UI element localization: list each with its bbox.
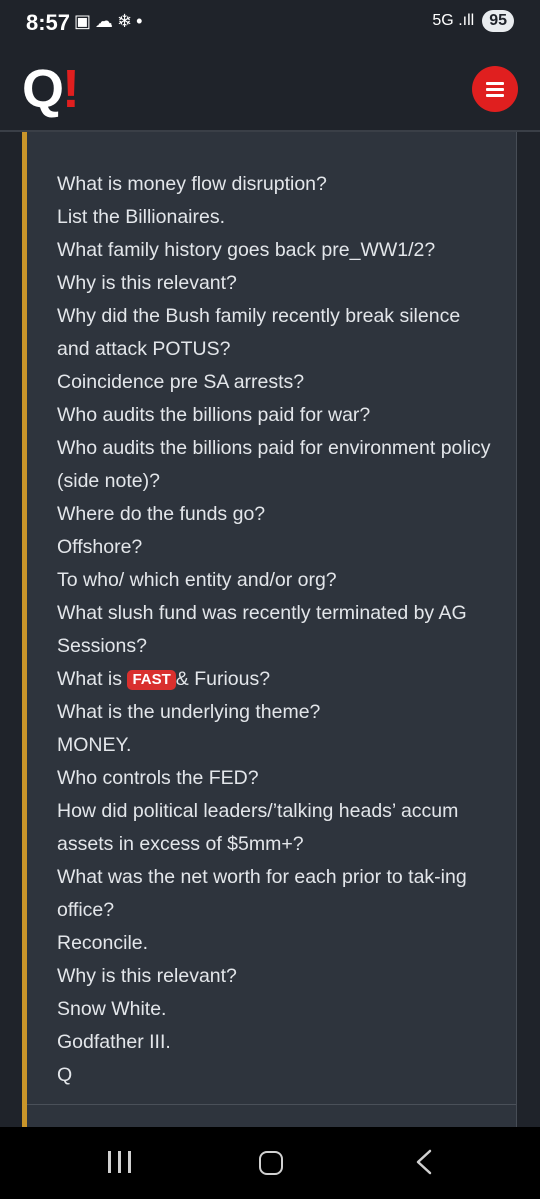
post-signature: Q [57, 1064, 73, 1086]
post-line-prefix: What is [57, 668, 123, 690]
post-line: What is money flow disruption? [57, 173, 327, 195]
home-icon[interactable] [259, 1151, 283, 1175]
back-icon[interactable] [414, 1149, 434, 1175]
notification-icons: ▣☁❄• [74, 11, 147, 31]
recent-apps-icon[interactable] [108, 1151, 132, 1173]
post-line: Why is this relevant? [57, 272, 237, 294]
post-line: What is the underlying theme? [57, 701, 321, 723]
site-logo[interactable]: Q ! [22, 62, 80, 116]
post-line-fast: What is FAST & Furious? [57, 663, 497, 696]
post-line-suffix: & Furious? [175, 668, 271, 690]
post-line: Who audits the billions paid for environ… [57, 437, 491, 492]
post-line: Coincidence pre SA arrests? [57, 371, 305, 393]
post-body: What is money flow disruption? List the … [57, 168, 497, 1092]
status-right: 5G .ıll 95 [432, 10, 514, 32]
post-accent-border [22, 132, 27, 1127]
post-line: To who/ which entity and/or org? [57, 569, 337, 591]
logo-letter: Q [22, 59, 65, 119]
fast-badge[interactable]: FAST [127, 670, 176, 690]
status-bar: 8:57 ▣☁❄• 5G .ıll 95 [0, 0, 540, 44]
status-time: 8:57 [26, 10, 71, 35]
signal-icon: 5G .ıll [432, 12, 475, 29]
post-line: Offshore? [57, 536, 143, 558]
post-line: List the Billionaires. [57, 206, 225, 228]
hamburger-icon [486, 79, 504, 100]
post-line: How did political leaders/’talking heads… [57, 800, 459, 855]
post-line: What family history goes back pre_WW1/2? [57, 239, 436, 261]
menu-button[interactable] [472, 66, 518, 112]
post-line: Why did the Bush family recently break s… [57, 305, 461, 360]
system-nav-bar [0, 1127, 540, 1199]
logo-mark: ! [62, 59, 80, 119]
post-divider [27, 1104, 516, 1105]
post-line: Who audits the billions paid for war? [57, 404, 371, 426]
post-line: What slush fund was recently terminated … [57, 602, 467, 657]
site-header: Q ! [0, 44, 540, 132]
battery-badge: 95 [482, 10, 514, 32]
post-line: Where do the funds go? [57, 503, 266, 525]
post-line: Why is this relevant? [57, 965, 237, 987]
post-line: Who controls the FED? [57, 767, 259, 789]
post-line: MONEY. [57, 734, 132, 756]
post-line: Godfather III. [57, 1031, 171, 1053]
post-line: What was the net worth for each prior to… [57, 866, 467, 921]
post-line: Reconcile. [57, 932, 149, 954]
post-line: Snow White. [57, 998, 167, 1020]
